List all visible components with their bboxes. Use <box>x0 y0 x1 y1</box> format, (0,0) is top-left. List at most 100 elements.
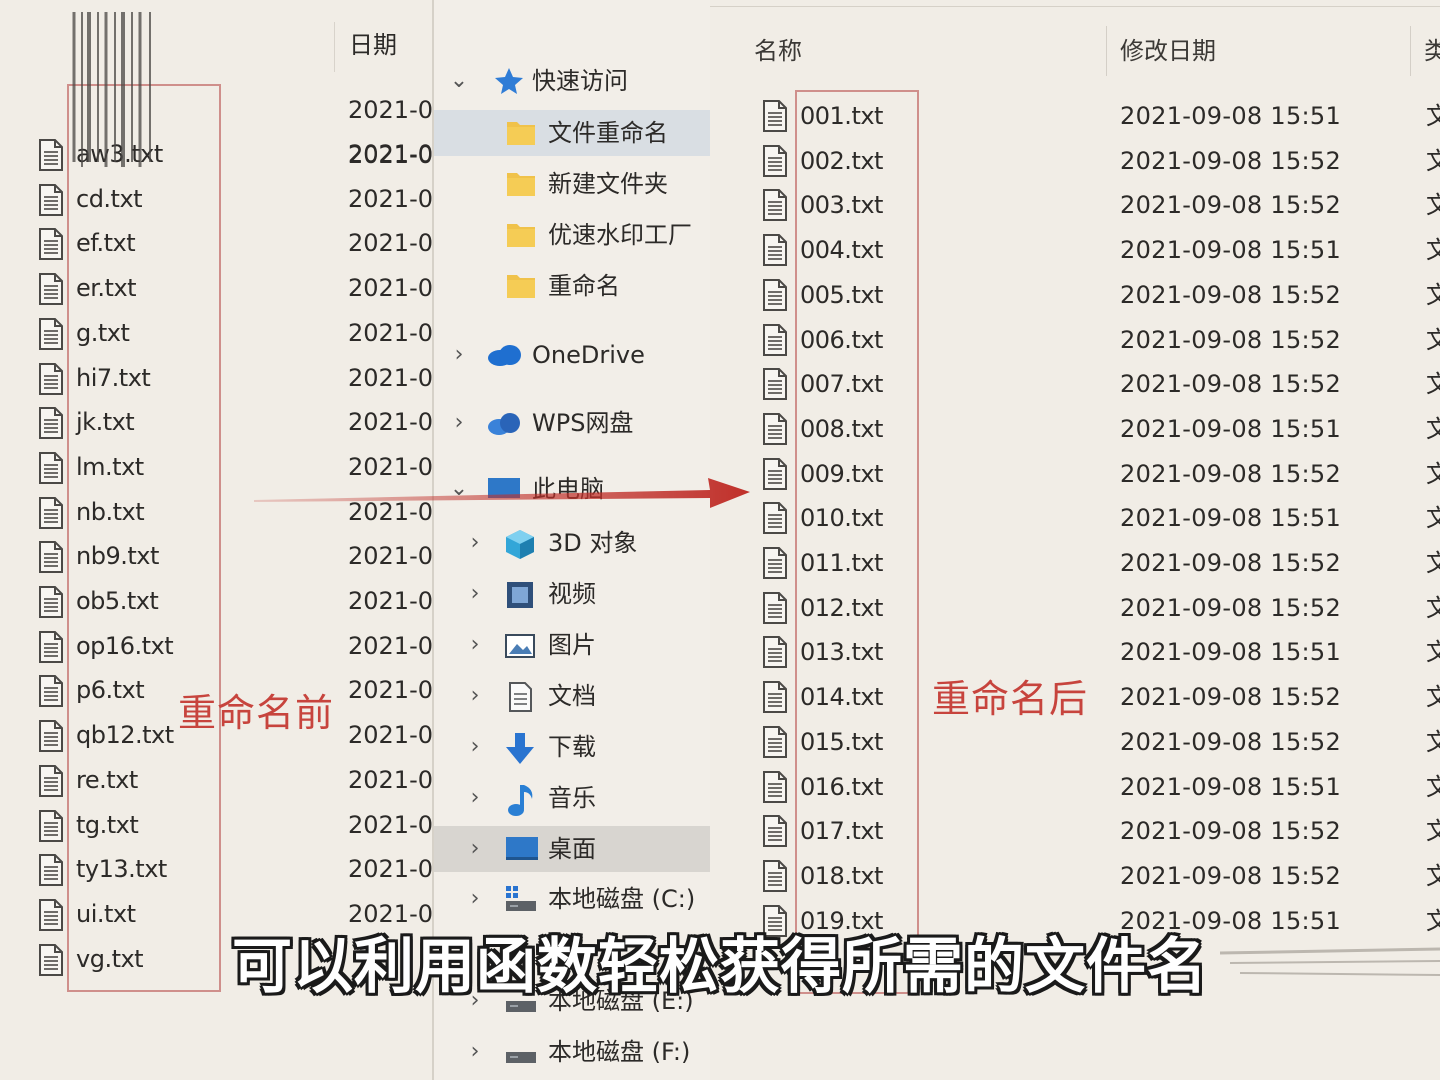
picture-icon <box>504 630 536 666</box>
file-date: 2021-0 <box>348 631 432 660</box>
text-file-icon <box>38 720 64 756</box>
file-type: 文 <box>1426 549 1440 577</box>
star-icon <box>495 68 523 94</box>
type-column-header[interactable]: 类 <box>1424 26 1440 76</box>
nav-label: 优速水印工厂 <box>548 221 692 249</box>
nav-onedrive[interactable]: › OneDrive <box>434 332 712 378</box>
file-modified-date: 2021-09-08 15:52 <box>1120 146 1342 175</box>
file-modified-date: 2021-09-08 15:51 <box>1120 504 1342 533</box>
file-modified-date: 2021-09-08 15:52 <box>1120 325 1342 354</box>
nav-label: 本地磁盘 (F:) <box>548 1038 691 1066</box>
glitch-streak-decoration <box>1220 947 1440 976</box>
nav-label: 重命名 <box>548 272 620 300</box>
nav-label: 下载 <box>548 733 596 761</box>
chevron-right-icon[interactable]: › <box>448 332 470 378</box>
barcode-glitch-decoration <box>72 12 151 167</box>
file-type: 文 <box>1426 772 1440 801</box>
file-date: 2021-0 <box>348 721 432 750</box>
file-type: 文 <box>1426 236 1440 265</box>
file-modified-date: 2021-09-08 15:52 <box>1120 593 1342 622</box>
nav-folder-item[interactable]: 优速水印工厂 <box>434 212 712 258</box>
text-file-icon <box>38 809 64 846</box>
nav-label: 3D 对象 <box>548 529 638 557</box>
desktop-icon <box>504 834 540 868</box>
chevron-right-icon[interactable]: › <box>464 520 486 566</box>
file-type: 文 <box>1426 370 1440 399</box>
chevron-right-icon[interactable]: › <box>464 673 486 719</box>
nav-folder-item[interactable]: 文件重命名 <box>434 110 712 156</box>
folder-icon <box>506 169 536 201</box>
file-date: 2021-0 <box>348 274 432 303</box>
text-file-icon <box>38 317 64 354</box>
text-file-icon <box>762 278 788 315</box>
column-divider[interactable] <box>1106 26 1107 76</box>
text-file-icon <box>762 100 788 136</box>
text-file-icon <box>762 189 788 225</box>
nav-label: 快速访问 <box>532 67 628 95</box>
download-icon <box>504 732 536 770</box>
nav-pc-item[interactable]: › 音乐 <box>434 775 712 821</box>
window-edge <box>710 0 1440 7</box>
nav-drive-item[interactable]: › 本地磁盘 (C:) <box>434 876 712 922</box>
chevron-right-icon[interactable]: › <box>464 622 486 668</box>
nav-pc-item[interactable]: › 视频 <box>434 571 712 617</box>
nav-folder-item[interactable]: 新建文件夹 <box>434 161 712 207</box>
text-file-icon <box>762 502 788 538</box>
name-column-header[interactable]: 名称 <box>754 26 802 76</box>
text-file-icon <box>762 323 788 360</box>
nav-pc-item[interactable]: › 桌面 <box>434 826 712 872</box>
before-highlight-box <box>67 84 221 992</box>
chevron-down-icon[interactable]: ⌄ <box>448 58 470 104</box>
nav-label: 文件重命名 <box>548 119 668 147</box>
file-type: 文 <box>1426 593 1440 622</box>
wps-cloud-icon <box>488 413 520 435</box>
file-modified-date: 2021-09-08 15:52 <box>1120 683 1342 712</box>
text-file-icon <box>762 681 788 717</box>
file-modified-date: 2021-09-08 15:52 <box>1120 817 1342 846</box>
nav-pc-item[interactable]: › 下载 <box>434 724 712 770</box>
chevron-right-icon[interactable]: › <box>464 571 486 617</box>
file-type: 文 <box>1426 727 1440 756</box>
file-date: 2021-0 <box>348 96 432 124</box>
chevron-right-icon[interactable]: › <box>448 400 470 446</box>
text-file-icon <box>762 591 788 628</box>
file-modified-date: 2021-09-08 15:52 <box>1120 191 1342 220</box>
text-file-icon <box>38 630 64 667</box>
chevron-right-icon[interactable]: › <box>464 826 486 872</box>
file-modified-date: 2021-09-08 15:52 <box>1120 549 1342 577</box>
file-type: 文 <box>1426 325 1440 354</box>
date-column-header[interactable]: 日期 <box>334 22 432 72</box>
document-icon <box>504 681 536 717</box>
text-file-icon <box>762 234 788 270</box>
nav-pc-item[interactable]: › 文档 <box>434 673 712 719</box>
video-icon <box>504 579 536 615</box>
nav-label: 桌面 <box>548 835 596 863</box>
file-date: 2021-0 <box>348 184 432 213</box>
text-file-icon <box>38 362 64 399</box>
file-date: 2021-0 <box>348 408 432 437</box>
file-type: 文 <box>1426 280 1440 309</box>
file-type: 文 <box>1426 861 1440 890</box>
nav-quick-access[interactable]: ⌄ 快速访问 <box>434 58 712 104</box>
file-type: 文 <box>1426 414 1440 443</box>
text-file-icon <box>762 547 788 583</box>
chevron-right-icon[interactable]: › <box>464 775 486 821</box>
nav-pc-item[interactable]: › 图片 <box>434 622 712 668</box>
file-type: 文 <box>1426 638 1440 667</box>
nav-drive-item[interactable]: › 本地磁盘 (F:) <box>434 1029 712 1075</box>
nav-label: 本地磁盘 (C:) <box>548 885 696 913</box>
modified-column-header[interactable]: 修改日期 <box>1120 26 1216 76</box>
chevron-right-icon[interactable]: › <box>464 876 486 922</box>
file-modified-date: 2021-09-08 15:52 <box>1120 727 1342 756</box>
nav-wps-drive[interactable]: › WPS网盘 <box>434 400 712 446</box>
column-divider[interactable] <box>1410 26 1411 76</box>
nav-folder-item[interactable]: 重命名 <box>434 263 712 309</box>
nav-label: OneDrive <box>532 341 645 369</box>
chevron-right-icon[interactable]: › <box>464 724 486 770</box>
text-file-icon <box>762 412 788 449</box>
nav-pc-item[interactable]: › 3D 对象 <box>434 520 712 566</box>
chevron-right-icon[interactable]: › <box>464 1029 486 1075</box>
text-file-icon <box>38 183 64 220</box>
file-modified-date: 2021-09-08 15:51 <box>1120 772 1342 801</box>
file-date: 2021-0 <box>348 542 432 571</box>
